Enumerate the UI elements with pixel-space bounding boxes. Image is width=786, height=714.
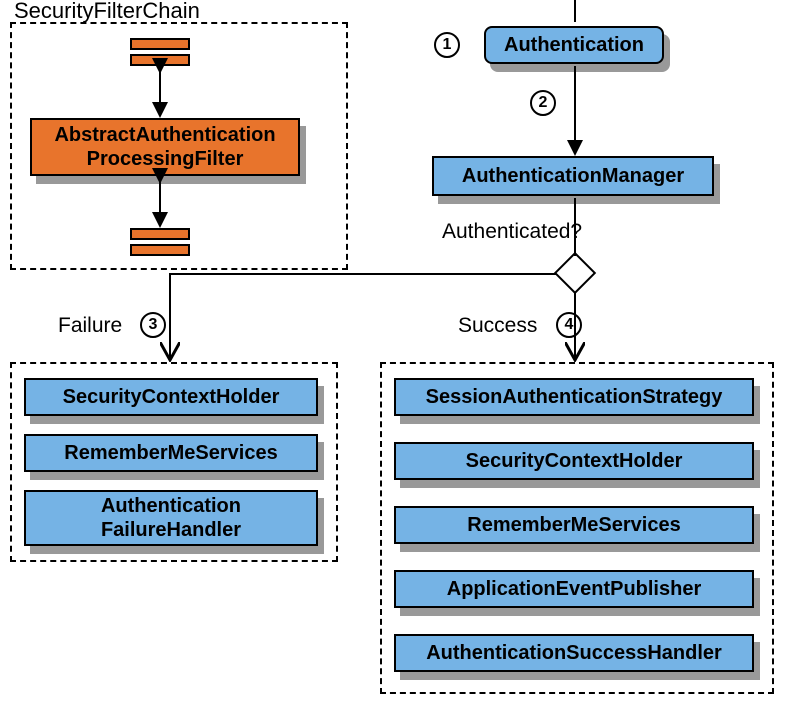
authentication-box: Authentication [484,26,664,64]
decision-diamond [554,252,596,294]
failure-remember-me-services: RememberMeServices [24,434,318,472]
filter-bar-bottom-1 [130,228,190,240]
security-filter-chain-title: SecurityFilterChain [14,0,200,24]
success-remember-me-services: RememberMeServices [394,506,754,544]
success-app-event-publisher: ApplicationEventPublisher [394,570,754,608]
success-title: Success [458,314,537,338]
authentication-manager-box: AuthenticationManager [432,156,714,196]
success-security-context-holder: SecurityContextHolder [394,442,754,480]
filter-bar-top-2 [130,54,190,66]
step-4-marker: 4 [556,312,582,338]
step-3-marker: 3 [140,312,166,338]
filter-bar-top-1 [130,38,190,50]
filter-bar-bottom-2 [130,244,190,256]
success-session-auth-strategy: SessionAuthenticationStrategy [394,378,754,416]
failure-title: Failure [58,314,122,338]
step-2-marker: 2 [530,90,556,116]
abstract-auth-processing-filter: AbstractAuthentication ProcessingFilter [30,118,300,176]
failure-auth-failure-handler: Authentication FailureHandler [24,490,318,546]
success-auth-success-handler: AuthenticationSuccessHandler [394,634,754,672]
step-1-marker: 1 [434,32,460,58]
authenticated-question: Authenticated? [442,220,582,244]
failure-security-context-holder: SecurityContextHolder [24,378,318,416]
